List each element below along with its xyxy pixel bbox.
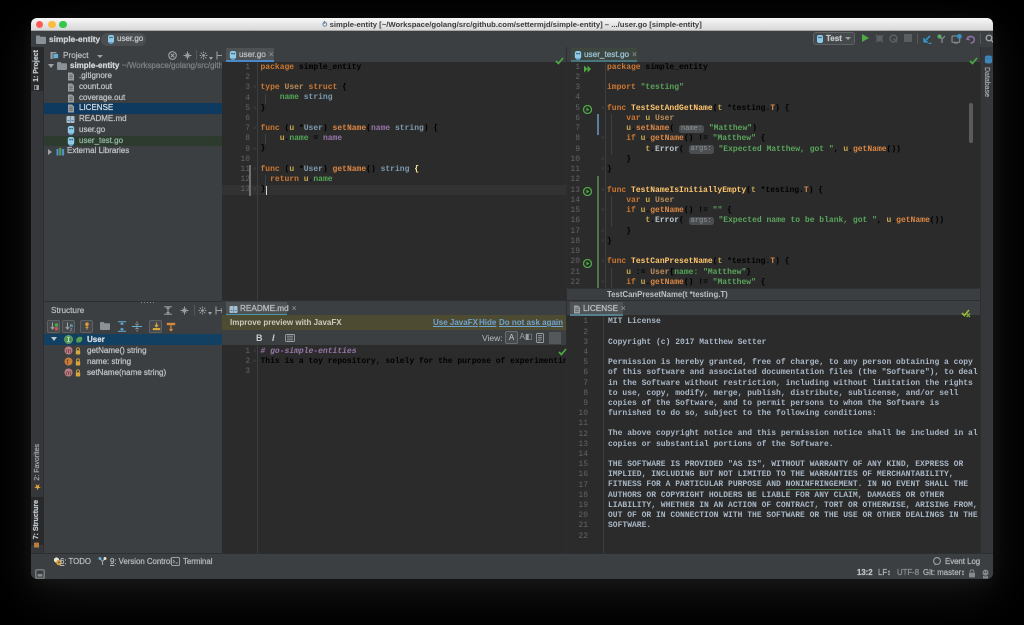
- svg-text:f: f: [66, 359, 68, 366]
- svg-text:m: m: [66, 348, 71, 355]
- svg-text:z: z: [69, 327, 72, 331]
- svg-text:m: m: [66, 370, 71, 377]
